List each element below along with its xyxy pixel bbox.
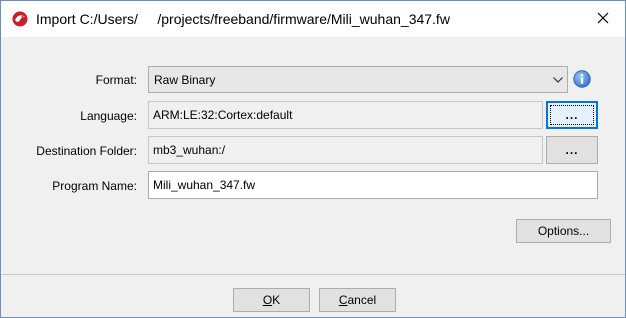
format-select[interactable]: Raw Binary (148, 66, 568, 93)
close-button[interactable] (589, 7, 617, 31)
language-field: ARM:LE:32:Cortex:default (148, 101, 543, 129)
program-name-label: Program Name: (52, 179, 137, 193)
cancel-mnemonic: C (338, 293, 348, 307)
dialog-body: Format: Raw Binary Language: ARM:LE:32:C… (1, 37, 625, 274)
info-icon[interactable] (573, 70, 591, 88)
import-dialog: Import C:/Users/ /projects/freeband/firm… (0, 0, 626, 318)
title-bar: Import C:/Users/ /projects/freeband/firm… (1, 1, 625, 37)
destination-folder-field: mb3_wuhan:/ (148, 136, 543, 164)
cancel-label-rest: ancel (347, 293, 377, 307)
chevron-down-icon (549, 76, 567, 83)
ok-label-rest: K (272, 293, 281, 307)
format-value: Raw Binary (154, 72, 216, 87)
close-icon (597, 12, 609, 27)
options-button[interactable]: Options... (516, 219, 611, 243)
language-label: Language: (80, 109, 137, 123)
cancel-button[interactable]: Cancel (319, 288, 396, 312)
program-name-input[interactable]: Mili_wuhan_347.fw (148, 171, 598, 199)
destination-browse-button[interactable]: ... (546, 136, 598, 164)
destination-folder-label: Destination Folder: (36, 144, 137, 158)
ok-mnemonic: O (262, 293, 273, 307)
dragon-icon (12, 11, 28, 27)
window-title: Import C:/Users/ /projects/freeband/firm… (36, 11, 450, 27)
format-label: Format: (95, 73, 137, 87)
language-browse-button[interactable]: ... (546, 101, 598, 129)
dialog-footer: OK Cancel (1, 274, 625, 317)
ok-button[interactable]: OK (233, 288, 310, 312)
